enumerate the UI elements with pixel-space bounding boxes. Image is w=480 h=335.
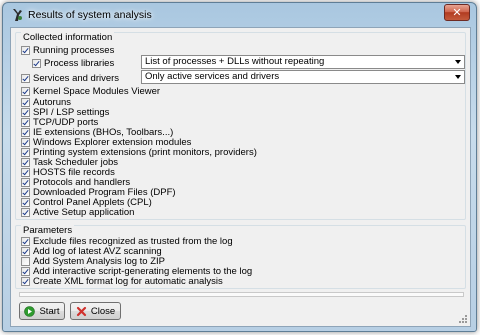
checkbox-box — [21, 87, 30, 96]
checkbox-label: Active Setup application — [33, 207, 135, 218]
checkbox-box — [21, 158, 30, 167]
checkbox-box — [21, 74, 30, 83]
process-libraries-checkbox[interactable]: Process libraries — [32, 58, 114, 69]
select-value: List of processes + DLLs without repeati… — [145, 56, 325, 67]
checkbox-label: Services and drivers — [33, 73, 120, 84]
checkbox-box — [21, 277, 30, 286]
kernel-modules-checkbox[interactable]: Kernel Space Modules Viewer — [21, 86, 160, 97]
checkbox-label: Kernel Space Modules Viewer — [33, 86, 161, 97]
checkbox-box — [21, 118, 30, 127]
checkbox-label: Process libraries — [44, 58, 115, 69]
progress-bar — [19, 292, 464, 297]
checkbox-box — [21, 98, 30, 107]
close-button-label: Close — [90, 305, 116, 317]
window-close-button[interactable]: ✕ — [444, 4, 470, 21]
dialog-window: Results of system analysis ✕ Collected i… — [2, 2, 477, 332]
checkbox-box — [21, 257, 30, 266]
checkbox-box — [21, 188, 30, 197]
checkbox-box — [21, 267, 30, 276]
chevron-down-icon — [455, 60, 461, 64]
checkbox-box — [21, 138, 30, 147]
checkbox-box — [21, 46, 30, 55]
checkbox-label: Create XML format log for automatic anal… — [33, 276, 223, 287]
checkbox-label: Running processes — [33, 45, 115, 56]
checkbox-box — [21, 247, 30, 256]
services-drivers-checkbox[interactable]: Services and drivers — [21, 73, 119, 84]
checkbox-box — [21, 178, 30, 187]
app-icon — [13, 9, 22, 21]
checkbox-box — [21, 237, 30, 246]
resize-grip-icon[interactable] — [458, 314, 468, 324]
process-libraries-select[interactable]: List of processes + DLLs without repeati… — [141, 55, 465, 69]
title-bar[interactable]: Results of system analysis ✕ — [3, 3, 476, 27]
xml-log-checkbox[interactable]: Create XML format log for automatic anal… — [21, 276, 223, 287]
active-setup-checkbox[interactable]: Active Setup application — [21, 207, 134, 218]
checkbox-box — [21, 168, 30, 177]
start-button[interactable]: Start — [19, 302, 65, 320]
play-icon — [24, 305, 36, 317]
collected-information-title: Collected information — [21, 32, 115, 43]
checkbox-box — [21, 108, 30, 117]
checkbox-box — [21, 148, 30, 157]
select-value: Only active services and drivers — [145, 71, 280, 82]
checkbox-box — [21, 128, 30, 137]
checkbox-box — [21, 198, 30, 207]
checkbox-box — [32, 59, 41, 68]
checkbox-box — [21, 208, 30, 217]
start-button-label: Start — [39, 305, 60, 317]
close-button[interactable]: Close — [70, 302, 121, 320]
services-drivers-select[interactable]: Only active services and drivers — [141, 70, 465, 84]
dialog-client-area: Collected information Running processes … — [10, 27, 471, 327]
close-icon — [76, 306, 86, 316]
window-title: Results of system analysis — [28, 9, 152, 21]
running-processes-checkbox[interactable]: Running processes — [21, 45, 114, 56]
chevron-down-icon — [455, 75, 461, 79]
parameters-title: Parameters — [21, 225, 75, 236]
